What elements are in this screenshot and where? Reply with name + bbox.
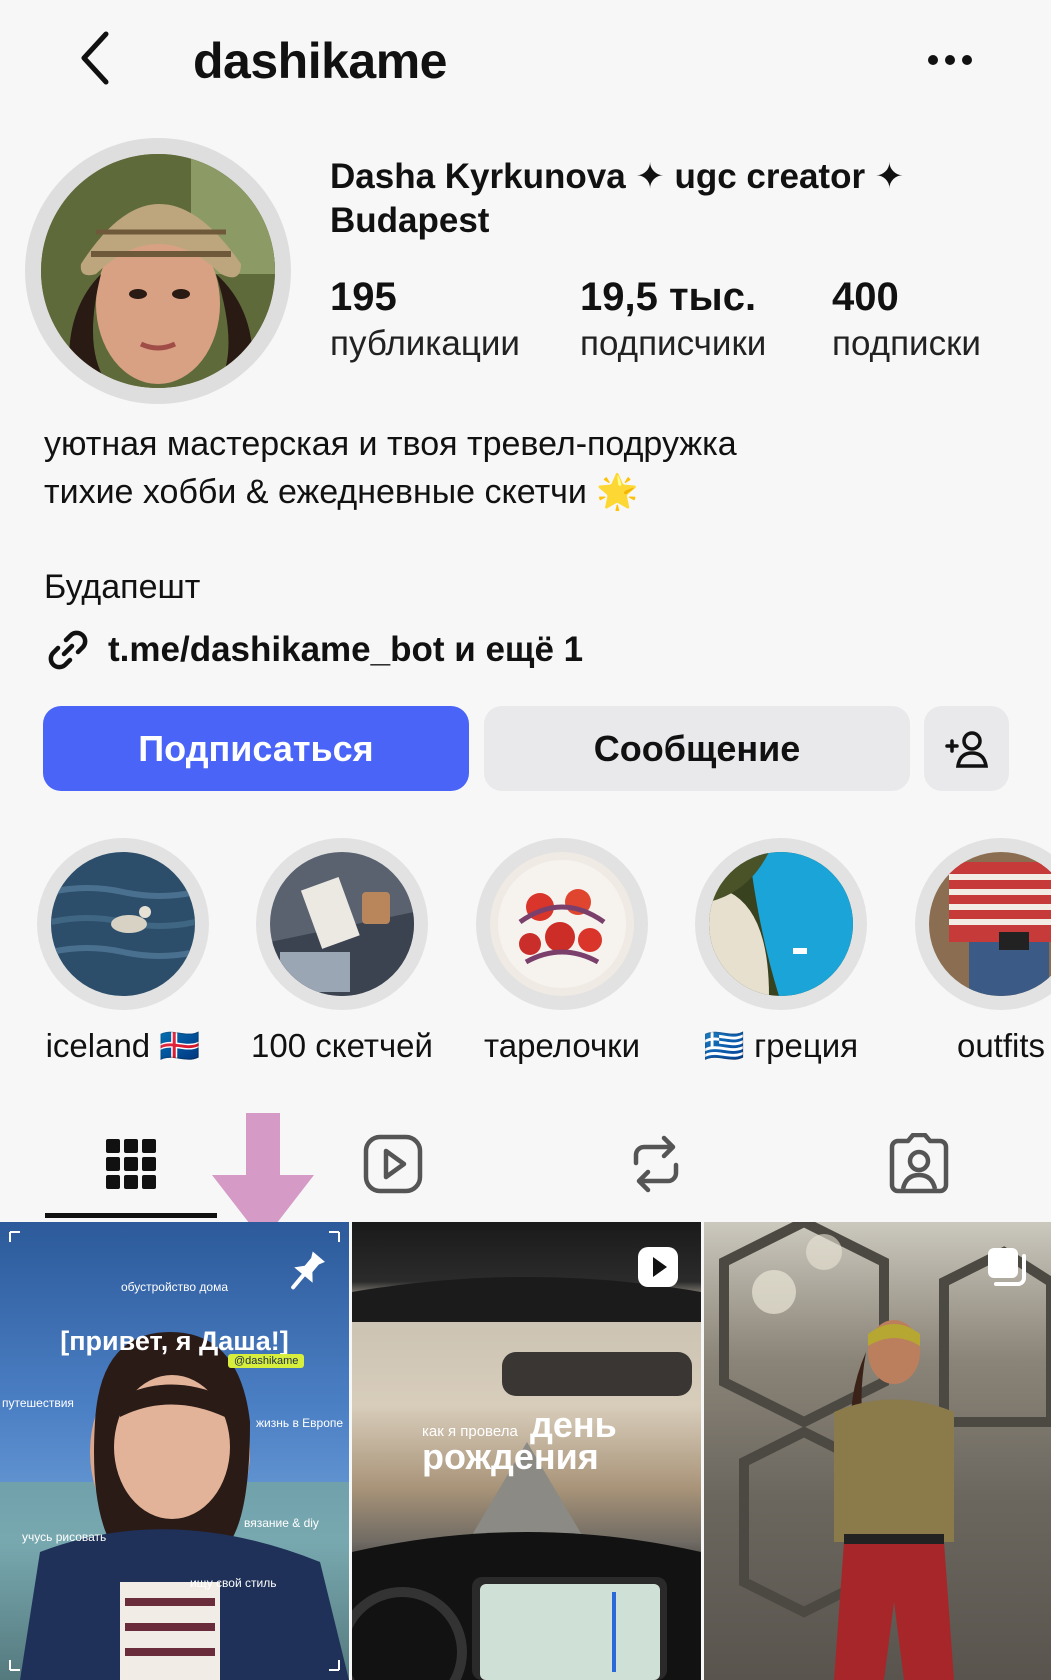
following-label: подписки bbox=[832, 324, 981, 363]
post-tile-pinned[interactable]: обустройство дома [привет, я Даша!] @das… bbox=[0, 1222, 349, 1680]
post-tag: жизнь в Европе bbox=[256, 1416, 344, 1430]
post-tile-reel[interactable]: как я провела день рождения bbox=[352, 1222, 701, 1680]
link-icon bbox=[48, 630, 88, 670]
post-title: [привет, я Даша!] bbox=[60, 1326, 289, 1356]
posts-count: 195 bbox=[330, 275, 397, 319]
highlight-cover bbox=[490, 852, 634, 996]
avatar-image bbox=[41, 154, 275, 388]
chevron-left-icon bbox=[81, 31, 109, 85]
message-button[interactable]: Сообщение bbox=[484, 706, 910, 791]
highlight-plates[interactable]: тарелочки bbox=[447, 838, 677, 1068]
bio-link[interactable]: t.me/dashikame_bot и ещё 1 bbox=[44, 625, 583, 675]
post-caption-big: рождения bbox=[422, 1436, 599, 1477]
highlight-cover bbox=[270, 852, 414, 996]
profile-username: dashikame bbox=[193, 33, 447, 89]
location: Будапешт bbox=[44, 568, 201, 606]
bio-line-1: уютная мастерская и твоя тревел-подружка bbox=[44, 425, 737, 463]
highlight-ring bbox=[256, 838, 428, 1010]
posts-label: публикации bbox=[330, 324, 520, 363]
more-options-button[interactable] bbox=[920, 40, 980, 80]
post-image bbox=[719, 1222, 1051, 1680]
highlight-ring bbox=[476, 838, 648, 1010]
highlight-label: outfits bbox=[956, 1027, 1046, 1064]
follow-button[interactable]: Подписаться bbox=[43, 706, 469, 791]
following-count: 400 bbox=[832, 275, 899, 319]
highlight-ring bbox=[695, 838, 867, 1010]
stat-following[interactable]: 400 подписки bbox=[832, 272, 981, 366]
highlight-greece[interactable]: 🇬🇷 греция bbox=[666, 838, 896, 1068]
highlight-label: тарелочки bbox=[483, 1027, 641, 1064]
highlight-sketches[interactable]: 100 скетчей bbox=[227, 838, 457, 1068]
post-tag: обустройство дома bbox=[120, 1280, 229, 1294]
reels-icon bbox=[363, 1134, 423, 1194]
bio-link-text: t.me/dashikame_bot и ещё 1 bbox=[108, 630, 584, 669]
carousel-icon bbox=[988, 1248, 1026, 1286]
more-horizontal-icon bbox=[928, 55, 972, 65]
post-tag: учусь рисовать bbox=[22, 1530, 107, 1544]
back-button[interactable] bbox=[70, 28, 130, 88]
bio: уютная мастерская и твоя тревел-подружка… bbox=[44, 420, 1004, 516]
highlight-cover bbox=[709, 852, 853, 996]
glowing-star-emoji: 🌟 bbox=[596, 473, 639, 511]
tagged-person-icon bbox=[889, 1133, 949, 1194]
stat-followers[interactable]: 19,5 тыс. подписчики bbox=[580, 272, 766, 366]
tab-reposts[interactable] bbox=[525, 1118, 787, 1210]
repost-icon bbox=[633, 1135, 679, 1193]
post-handle: @dashikame bbox=[228, 1354, 305, 1368]
followers-label: подписчики bbox=[580, 324, 767, 363]
bio-line-2: тихие хобби & ежедневные скетчи 🌟 bbox=[44, 468, 1004, 516]
active-tab-indicator bbox=[45, 1213, 217, 1218]
stat-posts[interactable]: 195 публикации bbox=[330, 272, 520, 366]
highlight-cover bbox=[929, 852, 1051, 996]
highlight-cover bbox=[51, 852, 195, 996]
followers-count: 19,5 тыс. bbox=[580, 275, 757, 319]
suggested-users-button[interactable] bbox=[924, 706, 1009, 791]
display-name: Dasha Kyrkunova ✦ ugc creator ✦ Budapest bbox=[330, 157, 905, 240]
post-tag: путешествия bbox=[2, 1396, 74, 1410]
post-tag: ищу свой стиль bbox=[190, 1576, 277, 1590]
highlight-label: iceland 🇮🇸 bbox=[45, 1027, 201, 1064]
add-user-icon bbox=[944, 730, 988, 768]
highlight-iceland[interactable]: iceland 🇮🇸 bbox=[8, 838, 238, 1068]
post-tag: вязание & diy bbox=[244, 1516, 319, 1530]
highlight-ring bbox=[37, 838, 209, 1010]
reel-icon bbox=[638, 1247, 678, 1287]
grid-icon bbox=[106, 1139, 156, 1189]
highlight-label: 100 скетчей bbox=[251, 1027, 433, 1064]
highlight-ring bbox=[915, 838, 1051, 1010]
highlight-label: 🇬🇷 греция bbox=[703, 1027, 859, 1064]
avatar[interactable] bbox=[41, 154, 275, 388]
post-tile-carousel[interactable] bbox=[704, 1222, 1051, 1680]
highlight-outfits[interactable]: outfits bbox=[886, 838, 1051, 1068]
bio-line-2-text: тихие хобби & ежедневные скетчи bbox=[44, 473, 587, 511]
tab-tagged[interactable] bbox=[788, 1118, 1050, 1210]
